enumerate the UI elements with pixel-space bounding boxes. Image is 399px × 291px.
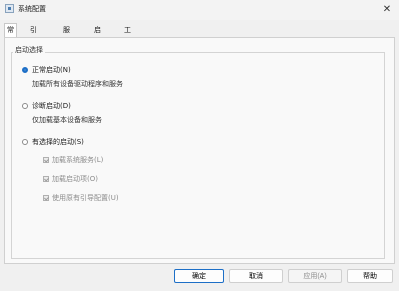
load-startup-items-checkbox[interactable]: [43, 176, 49, 182]
load-system-services-checkbox[interactable]: [43, 157, 49, 163]
tab-startup[interactable]: 启动: [92, 24, 103, 46]
cancel-button[interactable]: 取消: [229, 269, 283, 283]
tab-tools[interactable]: 工具: [122, 24, 133, 46]
normal-startup-radio[interactable]: [22, 67, 28, 73]
system-config-window: 系统配置 ✕ 常规 引导 服务 启动 工具 启动选择 正常启动(N) 加载所有设…: [0, 0, 399, 291]
diagnostic-startup-label[interactable]: 诊断启动(D): [32, 101, 71, 111]
apply-button[interactable]: 应用(A): [288, 269, 342, 283]
ok-button[interactable]: 确定: [174, 269, 224, 283]
tab-general[interactable]: 常规: [4, 23, 17, 46]
help-button[interactable]: 帮助: [347, 269, 393, 283]
msconfig-icon: [5, 4, 14, 13]
diagnostic-startup-desc: 仅加载基本设备和服务: [32, 116, 102, 124]
tab-boot[interactable]: 引导: [28, 24, 39, 46]
title-bar[interactable]: 系统配置 ✕: [0, 0, 399, 20]
normal-startup-desc: 加载所有设备驱动程序和服务: [32, 80, 123, 88]
tab-services[interactable]: 服务: [61, 24, 72, 46]
load-startup-items-label: 加载启动项(O): [52, 175, 98, 183]
use-original-boot-config-label: 使用原有引导配置(U): [52, 194, 119, 202]
window-title: 系统配置: [18, 5, 46, 13]
selective-startup-radio[interactable]: [22, 139, 28, 145]
diagnostic-startup-radio[interactable]: [22, 103, 28, 109]
selective-startup-label[interactable]: 有选择的启动(S): [32, 137, 84, 147]
use-original-boot-config-checkbox[interactable]: [43, 195, 49, 201]
normal-startup-label[interactable]: 正常启动(N): [32, 65, 71, 75]
load-system-services-label: 加载系统服务(L): [52, 156, 104, 164]
close-icon[interactable]: ✕: [375, 0, 399, 20]
group-title: 启动选择: [13, 45, 45, 55]
general-tab-panel: 启动选择 正常启动(N) 加载所有设备驱动程序和服务 诊断启动(D) 仅加载基本…: [4, 37, 395, 264]
